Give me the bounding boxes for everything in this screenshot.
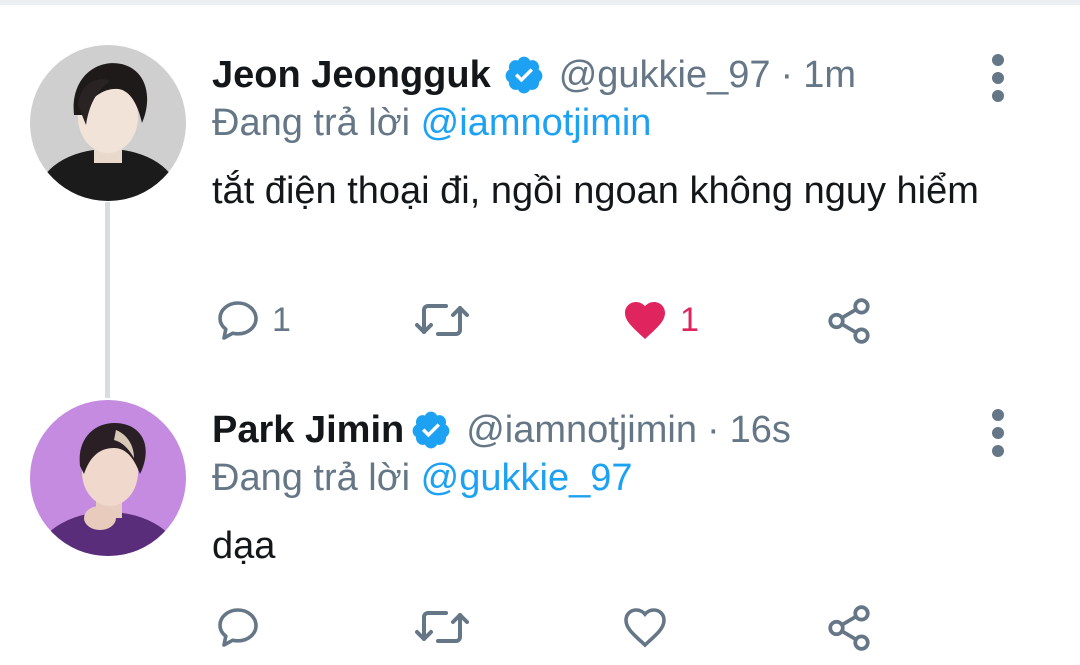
timestamp[interactable]: 16s xyxy=(730,409,791,452)
reply-mention-link[interactable]: @iamnotjimin xyxy=(421,102,652,144)
reply-context: Đang trả lời @gukkie_97 xyxy=(212,457,633,500)
share-button[interactable] xyxy=(824,296,874,346)
reply-mention-link[interactable]: @gukkie_97 xyxy=(421,457,633,499)
reply-prefix: Đang trả lời xyxy=(212,102,411,144)
share-icon xyxy=(828,298,870,344)
separator: · xyxy=(780,53,794,96)
separator: · xyxy=(706,408,720,451)
more-vertical-icon[interactable] xyxy=(985,405,1011,461)
author-name[interactable]: Jeon Jeongguk xyxy=(212,54,491,97)
tweet-text: dạa xyxy=(212,525,276,567)
tweet-2[interactable]: Park Jimin @iamnotjimin · 16s Đang trả l… xyxy=(0,370,1080,665)
like-count: 1 xyxy=(680,300,699,339)
verified-badge-icon xyxy=(503,54,545,96)
reply-button[interactable] xyxy=(214,603,272,651)
retweet-icon xyxy=(415,304,469,336)
share-icon xyxy=(828,605,870,651)
like-button[interactable]: 1 xyxy=(620,296,699,344)
avatar-photo xyxy=(30,45,186,201)
verified-badge-icon xyxy=(410,409,452,451)
comment-bubble-icon xyxy=(218,301,258,340)
reply-count: 1 xyxy=(272,300,291,339)
retweet-icon xyxy=(415,611,469,643)
reply-button[interactable]: 1 xyxy=(214,296,291,344)
author-handle[interactable]: @iamnotjimin xyxy=(466,409,697,452)
avatar[interactable] xyxy=(30,400,186,556)
avatar[interactable] xyxy=(30,45,186,201)
tweet-text: tắt điện thoại đi, ngồi ngoan không nguy… xyxy=(212,170,979,212)
heart-icon xyxy=(624,608,666,648)
timestamp[interactable]: 1m xyxy=(803,54,856,97)
author-handle[interactable]: @gukkie_97 xyxy=(559,54,771,97)
heart-icon xyxy=(625,302,665,339)
action-bar: 1 1 xyxy=(0,296,1080,352)
retweet-button[interactable] xyxy=(414,603,470,651)
action-bar xyxy=(0,603,1080,659)
tweet-1[interactable]: Jeon Jeongguk @gukkie_97 · 1m Đang trả l… xyxy=(0,0,1080,370)
more-vertical-icon[interactable] xyxy=(985,50,1011,106)
reply-prefix: Đang trả lời xyxy=(212,457,411,499)
reply-context: Đang trả lời @iamnotjimin xyxy=(212,102,651,145)
author-name[interactable]: Park Jimin xyxy=(212,409,404,452)
share-button[interactable] xyxy=(824,603,874,653)
like-button[interactable] xyxy=(620,603,680,651)
avatar-photo xyxy=(30,400,186,556)
comment-bubble-icon xyxy=(218,608,258,647)
retweet-button[interactable] xyxy=(414,296,470,344)
